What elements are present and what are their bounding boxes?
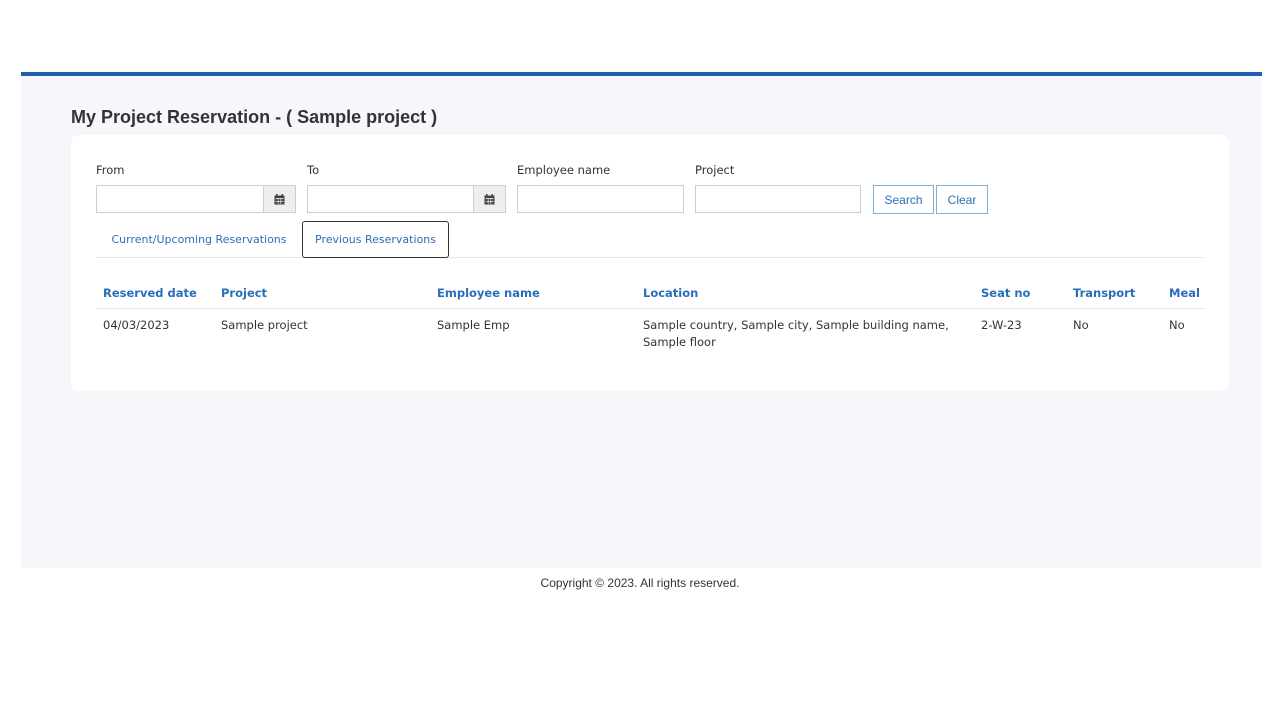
project-label: Project bbox=[695, 163, 735, 177]
page-title: My Project Reservation - ( Sample projec… bbox=[71, 107, 438, 127]
cell-employee-name: Sample Emp bbox=[437, 318, 510, 332]
table-header: Reserved date Project Employee name Loca… bbox=[96, 281, 1204, 309]
from-calendar-button[interactable] bbox=[263, 185, 296, 213]
table-row: 04/03/2023 Sample project Sample Emp Sam… bbox=[96, 309, 1204, 357]
tab-label: Current/Upcoming Reservations bbox=[111, 233, 287, 246]
cell-seat-no: 2-W-23 bbox=[981, 318, 1022, 332]
calendar-icon bbox=[484, 193, 495, 204]
reservation-card: From To Employee name Project Search Cle… bbox=[71, 135, 1229, 391]
to-label: To bbox=[307, 163, 320, 177]
cell-reserved-date: 04/03/2023 bbox=[103, 318, 170, 332]
from-label: From bbox=[96, 163, 125, 177]
from-date-input[interactable] bbox=[96, 185, 264, 213]
calendar-icon bbox=[274, 193, 285, 204]
employee-name-label: Employee name bbox=[517, 163, 611, 177]
footer-copyright: Copyright © 2023. All rights reserved. bbox=[540, 576, 740, 590]
tab-current-upcoming[interactable]: Current/Upcoming Reservations bbox=[96, 221, 302, 258]
to-calendar-button[interactable] bbox=[473, 185, 506, 213]
cell-location: Sample country, Sample city, Sample buil… bbox=[643, 318, 949, 349]
clear-button[interactable]: Clear bbox=[936, 185, 988, 214]
column-header-location[interactable]: Location bbox=[643, 286, 698, 300]
tab-label: Previous Reservations bbox=[315, 233, 436, 246]
column-header-project[interactable]: Project bbox=[221, 286, 267, 300]
project-input[interactable] bbox=[695, 185, 861, 213]
column-header-seat-no[interactable]: Seat no bbox=[981, 286, 1030, 300]
employee-name-input[interactable] bbox=[517, 185, 684, 213]
column-header-meal[interactable]: Meal bbox=[1169, 286, 1200, 300]
column-header-reserved-date[interactable]: Reserved date bbox=[103, 286, 197, 300]
tab-previous[interactable]: Previous Reservations bbox=[302, 221, 449, 258]
search-button[interactable]: Search bbox=[873, 185, 934, 214]
cell-project: Sample project bbox=[221, 318, 308, 332]
column-header-employee-name[interactable]: Employee name bbox=[437, 286, 540, 300]
column-header-transport[interactable]: Transport bbox=[1073, 286, 1135, 300]
to-date-input[interactable] bbox=[307, 185, 474, 213]
app-container: My Project Reservation - ( Sample projec… bbox=[21, 72, 1262, 568]
cell-meal: No bbox=[1169, 318, 1185, 332]
cell-transport: No bbox=[1073, 318, 1089, 332]
reservation-tabs: Current/Upcoming Reservations Previous R… bbox=[96, 221, 1204, 258]
